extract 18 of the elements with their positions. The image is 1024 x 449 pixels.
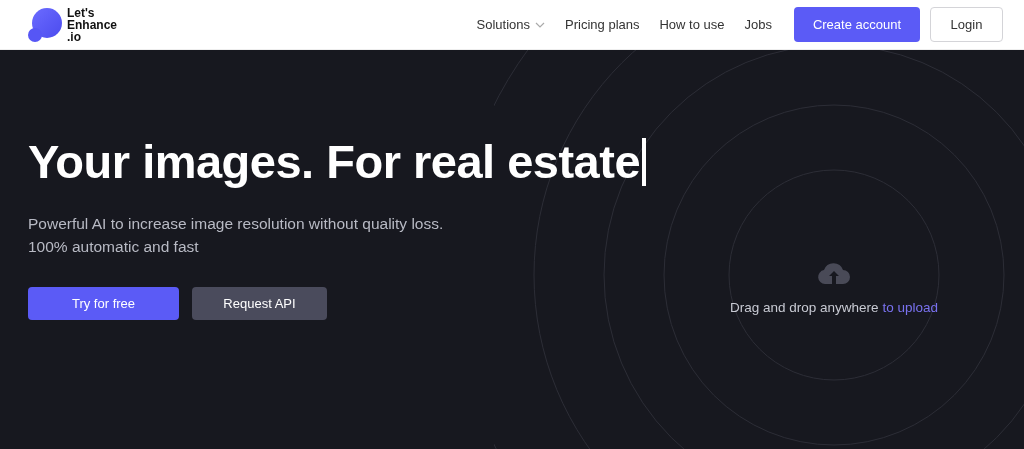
logo-icon [27, 6, 63, 43]
chevron-down-icon [535, 21, 546, 28]
upload-instruction: Drag and drop anywhere to upload [730, 299, 938, 317]
hero-subtitle: 100% automatic and fast [28, 237, 200, 257]
request-api-button[interactable]: Request API [192, 287, 327, 320]
hero-headline: Your images. For real estate [28, 134, 641, 190]
logo-text[interactable]: Let's Enhance .io [67, 6, 117, 43]
hero-subtitle: Powerful AI to increase image resolution without quality loss. [28, 214, 445, 234]
text-cursor [642, 138, 647, 186]
cloud-upload-icon [817, 262, 851, 286]
nav-link[interactable]: Solutions [476, 14, 546, 35]
nav-link[interactable]: Jobs [744, 14, 772, 35]
nav-link[interactable]: Pricing plans [565, 14, 640, 35]
create-account-button[interactable]: Create account [794, 7, 920, 42]
try-for-free-button[interactable]: Try for free [28, 287, 179, 320]
nav-link[interactable]: How to use [659, 14, 725, 35]
login-button[interactable]: Login [930, 7, 1003, 42]
upload-link[interactable]: to upload [882, 300, 938, 315]
